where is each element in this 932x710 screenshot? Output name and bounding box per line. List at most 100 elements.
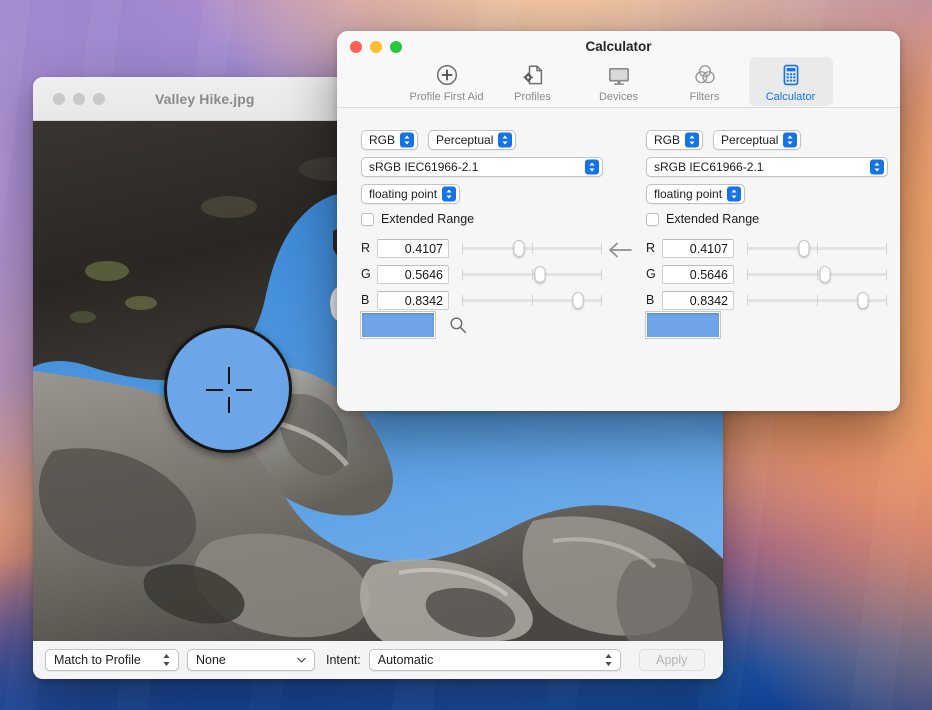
right-rendering-intent-dropdown[interactable]: Perceptual [713,130,802,150]
right-extended-range-row[interactable]: Extended Range [646,212,888,226]
left-extended-range-row[interactable]: Extended Range [361,212,603,226]
right-channel-sliders: R 0.4107 G 0.5646 B 0.8342 [646,235,888,313]
chevron-updown-icon [400,132,415,148]
zoom-button[interactable] [93,92,105,105]
right-swatch-row [645,311,721,339]
toolbar-item-devices[interactable]: Devices [577,57,661,106]
color-picker-loupe[interactable] [164,325,292,453]
left-channel-row-g: G 0.5646 [361,261,603,287]
left-channel-label-r: R [361,241,371,255]
right-color-swatch[interactable] [645,311,721,339]
calculator-window-title: Calculator [585,39,652,54]
apply-button-label: Apply [656,653,688,667]
calculator-body: RGB Perceptual sRGB IEC61966-2.1 floatin… [337,108,900,411]
calculator-icon [779,61,803,89]
arrow-left-icon[interactable] [607,240,633,260]
left-rendering-intent-dropdown[interactable]: Perceptual [428,130,517,150]
magnifier-icon[interactable] [449,316,467,334]
right-channel-label-r: R [646,241,656,255]
right-data-type-dropdown[interactable]: floating point [646,184,746,204]
toolbar-item-filters[interactable]: Filters [663,57,747,106]
slider-thumb[interactable] [819,266,831,283]
right-datatype-row: floating point [646,184,888,204]
left-channel-slider-b[interactable] [462,290,602,310]
left-channel-label-g: G [361,267,371,281]
left-profile-dropdown[interactable]: sRGB IEC61966-2.1 [361,157,603,177]
left-channel-value-b[interactable]: 0.8342 [377,290,449,310]
left-channel-slider-g[interactable] [462,264,602,284]
left-profile-row: sRGB IEC61966-2.1 [361,157,603,177]
slider-tick-max [886,243,887,254]
apply-button[interactable]: Apply [638,649,705,671]
slider-thumb[interactable] [572,292,584,309]
first-aid-circle-plus-icon [435,61,459,89]
image-window-bottom-bar: Match to Profile None Intent: Automatic [33,641,723,679]
toolbar-item-profiles[interactable]: Profiles [491,57,575,106]
right-channel-slider-r[interactable] [747,238,887,258]
slider-tick-mid [532,243,533,254]
right-channel-slider-b[interactable] [747,290,887,310]
left-datatype-row: floating point [361,184,603,204]
left-channel-slider-r[interactable] [462,238,602,258]
slider-thumb[interactable] [857,292,869,309]
toolbar-label: Calculator [765,91,816,103]
minimize-button[interactable] [73,92,85,105]
chevron-updown-icon [163,654,170,666]
left-channel-value-g[interactable]: 0.5646 [377,264,449,284]
slider-tick-min [462,243,463,254]
slider-tick-mid [532,269,533,280]
toolbar-label: Devices [598,91,639,103]
right-profile-row: sRGB IEC61966-2.1 [646,157,888,177]
right-channel-row-r: R 0.4107 [646,235,888,261]
toolbar-label: Profiles [514,91,551,103]
chevron-updown-icon [727,186,742,202]
calculator-titlebar[interactable]: Calculator Profile First Aid Profiles De… [337,31,900,108]
slider-thumb[interactable] [513,240,525,257]
right-color-panel: RGB Perceptual sRGB IEC61966-2.1 floatin… [646,130,888,310]
chevron-updown-icon [783,132,798,148]
slider-tick-max [601,295,602,306]
left-channel-row-b: B 0.8342 [361,287,603,313]
intent-popup[interactable]: Automatic [368,649,621,671]
left-color-space-dropdown[interactable]: RGB [361,130,419,150]
slider-thumb[interactable] [534,266,546,283]
right-profile-dropdown[interactable]: sRGB IEC61966-2.1 [646,157,888,177]
right-color-space-dropdown[interactable]: RGB [646,130,704,150]
left-extended-range-checkbox[interactable] [361,212,374,226]
chevron-updown-icon [685,132,700,148]
intent-label: Intent: [326,653,361,667]
left-space-intent-row: RGB Perceptual [361,130,603,150]
toolbar-item-calculator[interactable]: Calculator [748,57,833,106]
close-button[interactable] [53,92,65,105]
right-channel-value-g[interactable]: 0.5646 [662,264,734,284]
slider-tick-max [886,295,887,306]
slider-tick-max [886,269,887,280]
match-to-profile-label: Match to Profile [54,653,141,667]
desktop-wallpaper: Valley Hike.jpg Match to Profile None In… [0,0,932,710]
profile-dropdown-label: None [196,653,226,667]
match-to-profile-popup[interactable]: Match to Profile [45,649,179,671]
slider-tick-min [747,243,748,254]
chevron-updown-icon [442,186,457,202]
colorsync-calculator-window[interactable]: Calculator Profile First Aid Profiles De… [337,31,900,411]
right-channel-row-g: G 0.5646 [646,261,888,287]
profile-dropdown[interactable]: None [187,649,315,671]
left-rendering-intent-value: Perceptual [436,133,494,147]
right-rendering-intent-value: Perceptual [721,133,779,147]
right-channel-slider-g[interactable] [747,264,887,284]
slider-thumb[interactable] [798,240,810,257]
document-gear-icon [521,61,545,89]
slider-tick-min [462,269,463,280]
chevron-down-icon [297,657,306,663]
right-channel-row-b: B 0.8342 [646,287,888,313]
slider-tick-mid [532,295,533,306]
right-extended-range-checkbox[interactable] [646,212,659,226]
left-channel-value-r[interactable]: 0.4107 [377,238,449,258]
left-data-type-dropdown[interactable]: floating point [361,184,461,204]
slider-tick-min [462,295,463,306]
left-color-swatch[interactable] [360,311,436,339]
image-window-traffic-lights[interactable] [53,92,105,105]
right-channel-value-b[interactable]: 0.8342 [662,290,734,310]
right-channel-value-r[interactable]: 0.4107 [662,238,734,258]
toolbar-item-profile-first-aid[interactable]: Profile First Aid [405,57,489,106]
